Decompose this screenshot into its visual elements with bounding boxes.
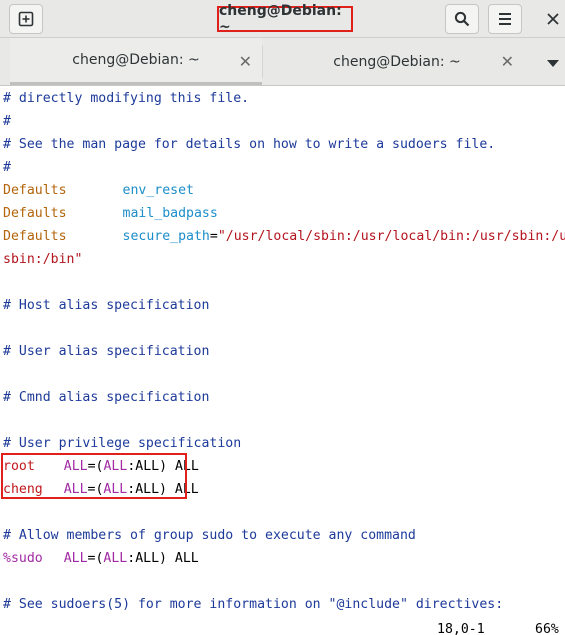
equals-sign: = <box>209 229 218 244</box>
comment-line: # See sudoers(5) for more information on… <box>3 597 504 612</box>
secure-path-string: "/usr/local/sbin:/usr/local/bin:/usr/sbi… <box>217 229 565 244</box>
comment-line: # User alias specification <box>3 344 210 359</box>
header-bar: cheng@Debian: ~ <box>0 0 565 38</box>
all-token: ALL <box>103 551 128 566</box>
defaults-keyword: Defaults <box>3 206 67 221</box>
rule-punct: =( <box>87 551 104 566</box>
new-tab-button[interactable] <box>9 4 43 34</box>
comment-line: # User privilege specification <box>3 436 242 451</box>
hamburger-menu-icon <box>498 13 512 25</box>
secure-path-continuation: sbin:/bin" <box>3 252 83 267</box>
group-name: %sudo <box>3 551 43 566</box>
tab-label: cheng@Debian: ~ <box>333 53 461 70</box>
cursor-position: 18,0-1 <box>437 622 485 635</box>
rule-punct: : <box>127 551 136 566</box>
comment-line: # directly modifying this file. <box>3 91 250 106</box>
all-token: ALL <box>135 551 160 566</box>
defaults-line: Defaults mail_badpass <box>3 202 218 225</box>
new-tab-icon <box>18 11 34 27</box>
defaults-line: Defaults secure_path="/usr/local/sbin:/us… <box>3 225 565 248</box>
sudo-group-line: %sudo ALL=(ALL:ALL) ALL <box>3 547 199 570</box>
comment-line: # Cmnd alias specification <box>3 390 210 405</box>
comment-line: # Host alias specification <box>3 298 210 313</box>
tab-1[interactable]: cheng@Debian: ~ ✕ <box>10 38 262 85</box>
all-token: ALL <box>174 551 199 566</box>
window-title: cheng@Debian: ~ <box>217 3 353 35</box>
defaults-keyword: Defaults <box>3 183 67 198</box>
terminal-view[interactable]: # directly modifying this file. # # See … <box>0 86 565 635</box>
tab-close-icon[interactable]: ✕ <box>501 52 514 71</box>
close-icon <box>547 13 559 25</box>
all-token: ALL <box>63 551 88 566</box>
scroll-percent: 66% <box>535 622 559 635</box>
highlight-box <box>1 453 187 499</box>
comment-line: # <box>3 160 11 175</box>
defaults-option: secure_path <box>122 229 210 244</box>
tab-close-icon[interactable]: ✕ <box>239 52 252 71</box>
comment-line: # Allow members of group sudo to execute… <box>3 528 416 543</box>
rule-punct: ) <box>159 551 175 566</box>
comment-line: # <box>3 114 11 129</box>
menu-button[interactable] <box>488 4 522 34</box>
chevron-down-icon <box>547 53 559 72</box>
defaults-line: Defaults env_reset <box>3 179 194 202</box>
search-icon <box>454 11 470 27</box>
tab-label: cheng@Debian: ~ <box>72 52 200 68</box>
defaults-value: env_reset <box>122 183 194 198</box>
search-button[interactable] <box>445 4 479 34</box>
tab-list-dropdown-button[interactable] <box>545 54 561 70</box>
tab-bar: cheng@Debian: ~ ✕ cheng@Debian: ~ ✕ <box>0 38 565 86</box>
close-window-button[interactable] <box>536 4 565 34</box>
tab-2[interactable]: cheng@Debian: ~ ✕ <box>270 38 524 85</box>
comment-line: # See the man page for details on how to… <box>3 137 496 152</box>
defaults-value: mail_badpass <box>122 206 218 221</box>
defaults-keyword: Defaults <box>3 229 67 244</box>
tab-separator <box>262 46 263 78</box>
